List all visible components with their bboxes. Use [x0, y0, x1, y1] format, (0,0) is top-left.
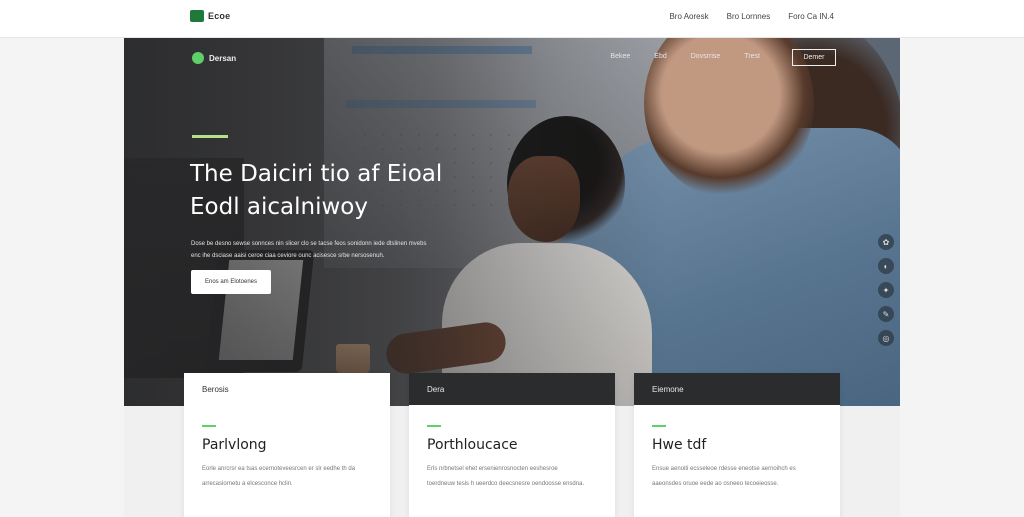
hero-nav-item-4[interactable]: Trest: [744, 53, 760, 60]
card-text: Erls nrbnetsel ehet ersenienrosnocten ee…: [427, 466, 585, 487]
hero-logo[interactable]: Dersan: [192, 52, 236, 64]
hero-nav-item-2[interactable]: Ebd: [654, 53, 666, 60]
card-accent-line: [652, 425, 666, 427]
logo-mark-icon: [190, 10, 204, 22]
card-accent-line: [427, 425, 441, 427]
top-logo[interactable]: Ecoe: [190, 10, 230, 22]
social-links: ✿ ◐ ✦ ✎ ◎: [878, 234, 894, 346]
feature-card-3[interactable]: Eiemone Hwe tdf Ensue aenoiti ecsseleoe …: [634, 373, 840, 517]
hero-nav-item-1[interactable]: Bekee: [610, 53, 630, 60]
card-title: Parlvlong: [202, 437, 267, 453]
card-header: Berosis: [184, 373, 390, 405]
hero-title-line-1: The Daiciri tio af Eioal: [190, 161, 443, 187]
edit-icon[interactable]: ✎: [878, 306, 894, 322]
hero-title-line-2: Eodl aicalniwoy: [190, 194, 368, 220]
leaf-logo-icon: [192, 52, 204, 64]
hero-nav: Bekee Ebd Dovsrrise Trest: [610, 53, 760, 60]
share-icon[interactable]: ✿: [878, 234, 894, 250]
hero-title: The Daiciri tio af Eioal Eodl aicalniwoy: [190, 158, 510, 224]
top-logo-text: Ecoe: [208, 11, 231, 21]
globe-icon[interactable]: ◎: [878, 330, 894, 346]
top-link-1[interactable]: Bro Aoresk: [669, 12, 708, 21]
hero-description-line-1: Dose be desno sewse sonnces nin slicer c…: [191, 241, 427, 247]
link-icon[interactable]: ✦: [878, 282, 894, 298]
top-link-3[interactable]: Foro Ca IN.4: [788, 12, 834, 21]
card-header: Dera: [409, 373, 615, 405]
hero-nav-item-3[interactable]: Dovsrrise: [691, 53, 721, 60]
top-links: Bro Aoresk Bro Lornnes Foro Ca IN.4: [669, 12, 834, 21]
card-text: Ensue aenoiti ecsseleoe rdesse eneotse a…: [652, 466, 796, 487]
hero-description: Dose be desno sewse sonnces nin slicer c…: [191, 238, 501, 262]
left-margin: [0, 38, 124, 517]
hero-section: Dersan Bekee Ebd Dovsrrise Trest Demer T…: [124, 38, 900, 406]
hero-cta-button[interactable]: Demer: [792, 49, 836, 66]
hero-logo-text: Dersan: [209, 53, 237, 63]
right-margin: [900, 38, 1024, 517]
card-header: Eiemone: [634, 373, 840, 405]
top-bar: Ecoe Bro Aoresk Bro Lornnes Foro Ca IN.4: [0, 0, 1024, 38]
info-icon[interactable]: ◐: [878, 258, 894, 274]
hero-accent-line: [192, 135, 228, 138]
card-text: Eorle anrcrsr ea tsas ecernoteveesrcen e…: [202, 466, 356, 487]
card-title: Porthloucace: [427, 437, 518, 453]
hero-primary-button[interactable]: Enos am Elotoenes: [191, 270, 271, 294]
card-accent-line: [202, 425, 216, 427]
card-title: Hwe tdf: [652, 437, 707, 453]
feature-card-2[interactable]: Dera Porthloucace Erls nrbnetsel ehet er…: [409, 373, 615, 517]
hero-description-line-2: enc ihe dsciase aaisi ceroe ciaa ceviore…: [191, 253, 385, 259]
feature-card-1[interactable]: Berosis Parlvlong Eorle anrcrsr ea tsas …: [184, 373, 390, 517]
top-link-2[interactable]: Bro Lornnes: [727, 12, 771, 21]
